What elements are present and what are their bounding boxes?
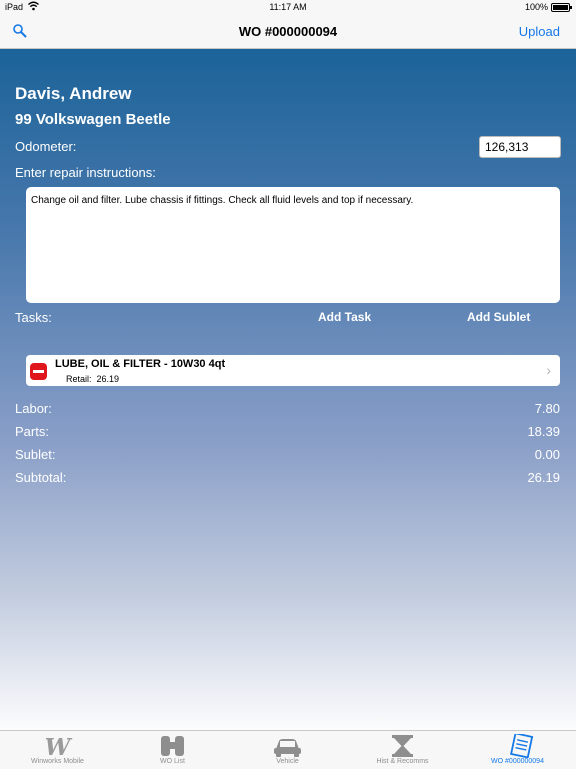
winworks-logo-icon: W: [45, 734, 73, 758]
upload-button[interactable]: Upload: [519, 24, 560, 39]
tab-label: WO #000000094: [491, 758, 544, 765]
task-title: LUBE, OIL & FILTER - 10W30 4qt: [55, 358, 226, 370]
tab-label: Vehicle: [276, 758, 299, 765]
nav-bar: WO #000000094 Upload: [0, 14, 576, 49]
odometer-field[interactable]: 126,313: [479, 136, 561, 158]
tab-label: Hist & Recomms: [376, 758, 429, 765]
task-retail-label: Retail:: [66, 374, 92, 384]
odometer-label: Odometer:: [15, 139, 77, 154]
subtotal-row: Subtotal: 26.19: [15, 470, 560, 485]
task-row[interactable]: LUBE, OIL & FILTER - 10W30 4qt Retail: 2…: [26, 355, 560, 386]
labor-label: Labor:: [15, 401, 52, 416]
subtotal-value: 26.19: [527, 470, 560, 485]
tab-wo-list[interactable]: WO List: [115, 731, 230, 769]
binoculars-icon: [161, 736, 184, 756]
tab-label: WO List: [160, 758, 185, 765]
labor-value: 7.80: [534, 401, 560, 416]
status-bar: iPad 11:17 AM 100%: [0, 0, 576, 14]
task-retail: Retail: 26.19: [66, 374, 119, 384]
svg-text:W: W: [45, 734, 73, 758]
task-retail-value: 26.19: [96, 374, 120, 384]
work-order-icon: [510, 734, 534, 758]
sublet-value: 0.00: [534, 447, 560, 462]
page-title: WO #000000094: [238, 24, 338, 39]
repair-instructions-label: Enter repair instructions:: [15, 165, 156, 180]
tab-hist-recomms[interactable]: Hist & Recomms: [345, 731, 460, 769]
customer-name: Davis, Andrew: [15, 84, 132, 103]
parts-row: Parts: 18.39: [15, 424, 560, 439]
work-order-form: Davis, Andrew 99 Volkswagen Beetle Odome…: [0, 49, 576, 730]
battery-icon: [551, 3, 572, 12]
sublet-row: Sublet: 0.00: [15, 447, 560, 462]
parts-value: 18.39: [527, 424, 560, 439]
sublet-label: Sublet:: [15, 447, 56, 462]
vehicle-name: 99 Volkswagen Beetle: [15, 111, 171, 128]
tab-vehicle[interactable]: Vehicle: [230, 731, 345, 769]
battery-percent: 100%: [524, 2, 548, 12]
parts-label: Parts:: [15, 424, 49, 439]
tab-bar: W Winworks Mobile WO List Vehicle Hist &…: [0, 730, 576, 769]
tab-work-order[interactable]: WO #000000094: [460, 731, 575, 769]
clock: 11:17 AM: [269, 2, 307, 12]
delete-icon[interactable]: [30, 363, 47, 380]
tab-winworks-mobile[interactable]: W Winworks Mobile: [0, 731, 115, 769]
chevron-right-icon: ›: [546, 362, 551, 378]
hourglass-icon: [392, 735, 413, 757]
add-sublet-button[interactable]: Add Sublet: [467, 310, 530, 324]
car-icon: [274, 739, 301, 757]
tab-label: Winworks Mobile: [31, 758, 84, 765]
add-task-button[interactable]: Add Task: [318, 310, 371, 324]
tasks-label: Tasks:: [15, 310, 52, 325]
repair-instructions-field[interactable]: Change oil and filter. Lube chassis if f…: [26, 187, 560, 303]
labor-row: Labor: 7.80: [15, 401, 560, 416]
subtotal-label: Subtotal:: [15, 470, 67, 485]
